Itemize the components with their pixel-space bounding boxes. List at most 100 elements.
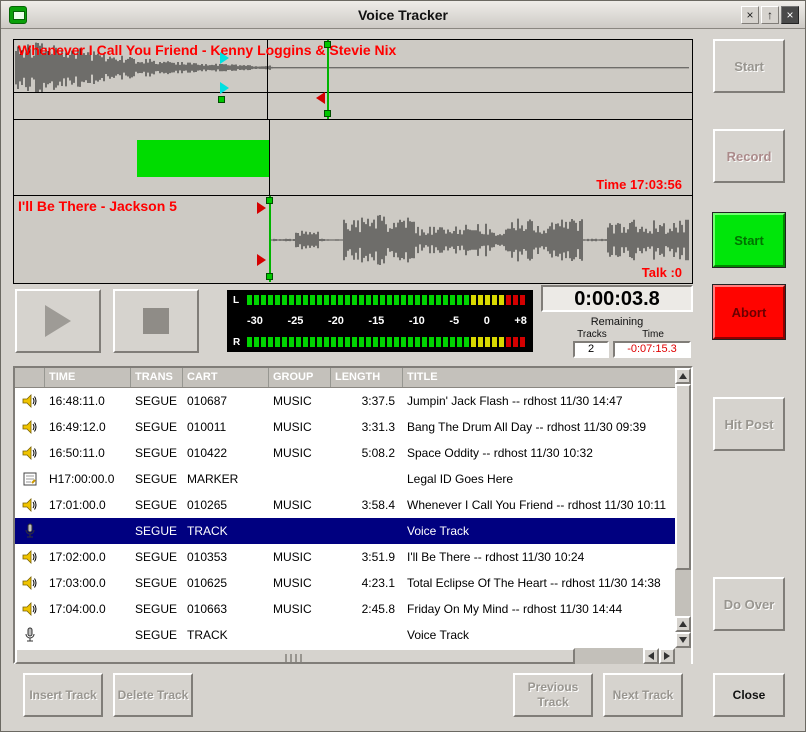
marker-handle[interactable] [266, 273, 273, 280]
close-button[interactable]: Close [713, 673, 785, 717]
play-button[interactable] [15, 289, 101, 353]
horizontal-scrollbar[interactable] [15, 648, 675, 664]
cell-cart: 010265 [183, 492, 269, 518]
previous-track-button[interactable]: Previous Track [513, 673, 593, 717]
header-title[interactable]: TITLE [403, 368, 675, 387]
stop-button[interactable] [113, 289, 199, 353]
marker-handle[interactable] [266, 197, 273, 204]
cell-trans: SEGUE [131, 596, 183, 622]
delete-track-button[interactable]: Delete Track [113, 673, 193, 717]
cell-title: Total Eclipse Of The Heart -- rdhost 11/… [403, 570, 675, 596]
marker-handle[interactable] [324, 110, 331, 117]
fadeout-marker-icon[interactable] [220, 52, 229, 64]
remaining-time-label: Time [627, 329, 679, 340]
speaker-icon [15, 570, 45, 596]
fadeout-marker-icon[interactable] [220, 82, 229, 94]
track1-waveform-area[interactable]: Whenever I Call You Friend - Kenny Loggi… [14, 40, 692, 120]
abort-button[interactable]: Abort [713, 285, 785, 339]
scroll-up-button-2[interactable] [675, 616, 691, 632]
cell-cart: TRACK [183, 518, 269, 544]
time-panel: 0:00:03.8 Remaining Tracks Time 2 -0:07:… [541, 285, 693, 359]
header-time[interactable]: TIME [45, 368, 131, 387]
table-row[interactable]: 16:50:11.0 SEGUE 010422 MUSIC 5:08.2 Spa… [15, 440, 675, 466]
table-row[interactable]: SEGUE TRACK Voice Track [15, 622, 675, 648]
cell-trans: SEGUE [131, 440, 183, 466]
start-button-active[interactable]: Start [713, 213, 785, 267]
header-length[interactable]: LENGTH [331, 368, 403, 387]
scroll-left-button[interactable] [643, 648, 659, 664]
log-table-body: 16:48:11.0 SEGUE 010687 MUSIC 3:37.5 Jum… [15, 388, 675, 648]
cell-cart: 010011 [183, 414, 269, 440]
remaining-label: Remaining [541, 316, 693, 328]
track3-title: I'll Be There - Jackson 5 [18, 198, 177, 214]
arrow-up-icon [679, 373, 687, 379]
cell-length: 5:08.2 [331, 440, 403, 466]
start-marker-icon[interactable] [257, 254, 266, 266]
cell-cart: TRACK [183, 622, 269, 648]
cell-length: 3:51.9 [331, 544, 403, 570]
cell-title: Whenever I Call You Friend -- rdhost 11/… [403, 492, 675, 518]
meter-right-label: R [233, 337, 247, 348]
table-row[interactable]: 16:49:12.0 SEGUE 010011 MUSIC 3:31.3 Ban… [15, 414, 675, 440]
minimize-icon[interactable]: × [741, 6, 759, 24]
maximize-icon[interactable]: ↑ [761, 6, 779, 24]
titlebar[interactable]: Voice Tracker × ↑ × [1, 1, 805, 29]
record-button[interactable]: Record [713, 129, 785, 183]
cell-group [269, 622, 331, 648]
left-meter-segments [247, 295, 527, 305]
table-row[interactable]: 17:04:00.0 SEGUE 010663 MUSIC 2:45.8 Fri… [15, 596, 675, 622]
cell-cart: 010663 [183, 596, 269, 622]
start-marker-icon[interactable] [257, 202, 266, 214]
cell-time: 16:50:11.0 [45, 440, 131, 466]
marker-handle[interactable] [218, 96, 225, 103]
arrow-right-icon [664, 652, 670, 660]
cell-cart: 010422 [183, 440, 269, 466]
vertical-scrollbar[interactable] [675, 368, 691, 648]
end-marker-icon[interactable] [316, 92, 325, 104]
table-row[interactable]: H17:00:00.0 SEGUE MARKER Legal ID Goes H… [15, 466, 675, 492]
voice-track-region[interactable] [137, 140, 269, 177]
table-row[interactable]: 17:01:00.0 SEGUE 010265 MUSIC 3:58.4 Whe… [15, 492, 675, 518]
do-over-button[interactable]: Do Over [713, 577, 785, 631]
cell-title: Bang The Drum All Day -- rdhost 11/30 09… [403, 414, 675, 440]
insert-track-button[interactable]: Insert Track [23, 673, 103, 717]
voicetrack-waveform-area[interactable]: Time 17:03:56 [14, 120, 692, 196]
mic-icon [15, 518, 45, 544]
header-cart[interactable]: CART [183, 368, 269, 387]
scrollbar-corner [675, 648, 691, 664]
table-row[interactable]: 16:48:11.0 SEGUE 010687 MUSIC 3:37.5 Jum… [15, 388, 675, 414]
track3-waveform-area[interactable]: I'll Be There - Jackson 5 Talk :0 [14, 196, 692, 283]
next-track-button[interactable]: Next Track [603, 673, 683, 717]
right-meter-segments [247, 337, 527, 347]
mic-icon [15, 622, 45, 648]
cell-cart: 010625 [183, 570, 269, 596]
table-row[interactable]: SEGUE TRACK Voice Track [15, 518, 675, 544]
header-group[interactable]: GROUP [269, 368, 331, 387]
thumb-grip [285, 654, 305, 662]
table-row[interactable]: 17:02:00.0 SEGUE 010353 MUSIC 3:51.9 I'l… [15, 544, 675, 570]
scroll-up-button[interactable] [675, 368, 691, 384]
marker-handle[interactable] [324, 41, 331, 48]
hit-post-button[interactable]: Hit Post [713, 397, 785, 451]
header-trans[interactable]: TRANS [131, 368, 183, 387]
vertical-scroll-thumb[interactable] [675, 384, 691, 570]
stop-icon [143, 308, 169, 334]
table-row[interactable]: 17:03:00.0 SEGUE 010625 MUSIC 4:23.1 Tot… [15, 570, 675, 596]
start-button-top[interactable]: Start [713, 39, 785, 93]
audio-level-meter: L -30 -25 -20 -15 -10 -5 0 +8 R [227, 290, 533, 352]
elapsed-time-display: 0:00:03.8 [541, 285, 693, 312]
scroll-right-button[interactable] [659, 648, 675, 664]
horizontal-scroll-thumb[interactable] [15, 648, 575, 664]
cell-title: I'll Be There -- rdhost 11/30 10:24 [403, 544, 675, 570]
cell-length: 3:31.3 [331, 414, 403, 440]
speaker-icon [15, 388, 45, 414]
cell-group [269, 518, 331, 544]
scroll-down-button[interactable] [675, 632, 691, 648]
cell-time: 17:04:00.0 [45, 596, 131, 622]
cell-time: 17:02:00.0 [45, 544, 131, 570]
cell-trans: SEGUE [131, 414, 183, 440]
cell-length: 4:23.1 [331, 570, 403, 596]
remaining-time-value: -0:07:15.3 [613, 341, 691, 358]
track3-start-line[interactable] [269, 196, 271, 282]
close-icon[interactable]: × [781, 6, 799, 24]
